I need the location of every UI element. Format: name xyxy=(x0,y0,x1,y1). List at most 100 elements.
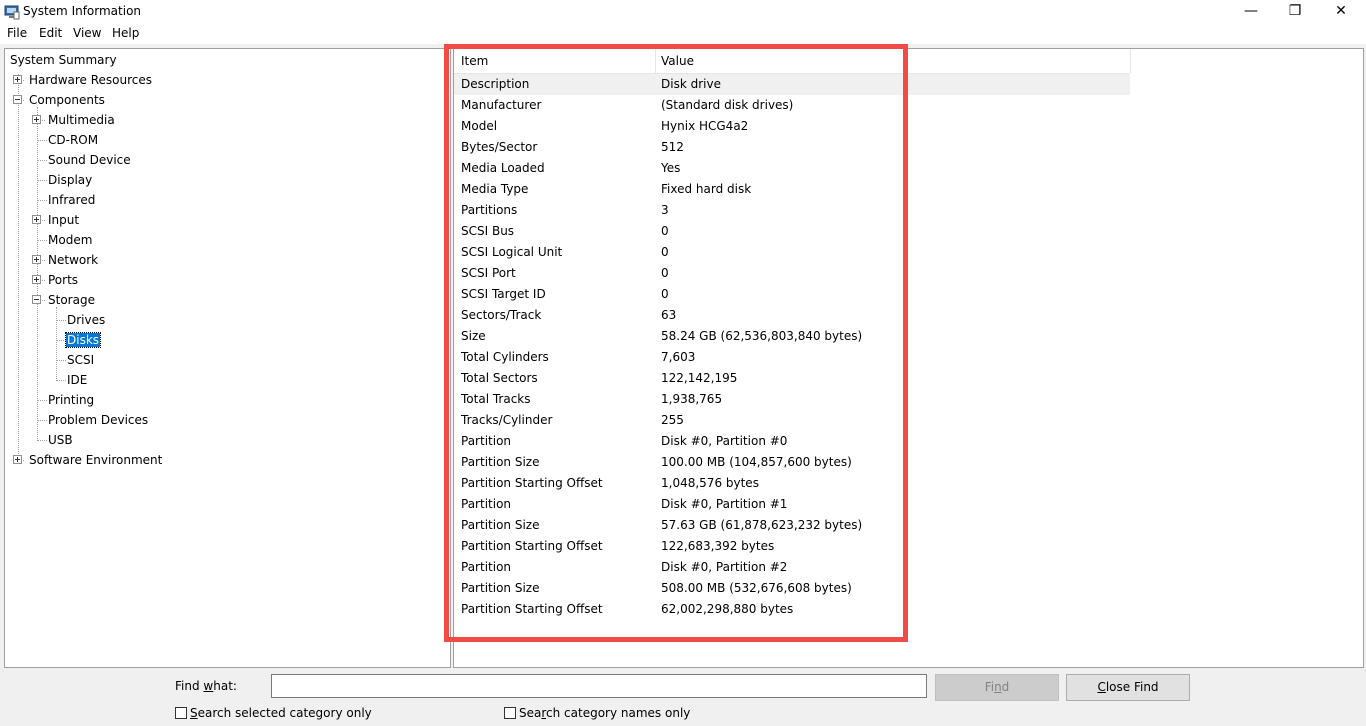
expand-icon[interactable] xyxy=(32,275,41,284)
expand-icon[interactable] xyxy=(13,75,22,84)
cell-value: Disk #0, Partition #2 xyxy=(661,560,788,574)
tree-item-label: Drives xyxy=(67,313,106,327)
column-header-value[interactable]: Value xyxy=(661,49,694,73)
cell-item: Partition Starting Offset xyxy=(461,539,603,553)
expand-icon[interactable] xyxy=(32,255,41,264)
table-row[interactable]: SCSI Bus 0 xyxy=(454,221,1130,242)
search-selected-category-checkbox[interactable] xyxy=(175,707,187,719)
cell-value: 512 xyxy=(661,140,684,154)
table-row[interactable]: Size 58.24 GB (62,536,803,840 bytes) xyxy=(454,326,1130,347)
search-category-names-checkbox[interactable] xyxy=(504,707,516,719)
tree-item-label: SCSI xyxy=(67,353,95,367)
table-row[interactable]: Partition Size 508.00 MB (532,676,608 byt… xyxy=(454,578,1130,599)
tree-item-cdrom[interactable]: CD-ROM xyxy=(47,131,99,149)
tree-item-display[interactable]: Display xyxy=(47,171,93,189)
system-information-icon xyxy=(4,5,20,20)
table-row[interactable]: Partition Disk #0, Partition #0 xyxy=(454,431,1130,452)
table-row[interactable]: Media Loaded Yes xyxy=(454,158,1130,179)
tree-item-modem[interactable]: Modem xyxy=(47,231,93,249)
close-window-button[interactable]: ✕ xyxy=(1318,0,1364,24)
cell-item: Partition Size xyxy=(461,581,540,595)
category-tree[interactable]: System Summary Hardware Resources Compon… xyxy=(4,48,451,668)
search-selected-category-label[interactable]: Search selected category only xyxy=(190,706,372,720)
tree-item-ports[interactable]: Ports xyxy=(47,271,79,289)
tree-line xyxy=(56,360,66,361)
table-row[interactable]: Description Disk drive xyxy=(454,74,1130,95)
button-text: d xyxy=(1001,680,1010,694)
tree-item-usb[interactable]: USB xyxy=(47,431,74,449)
table-row[interactable]: Total Sectors 122,142,195 xyxy=(454,368,1130,389)
tree-item-problem-devices[interactable]: Problem Devices xyxy=(47,411,149,429)
column-separator[interactable] xyxy=(1130,49,1131,73)
label-text: hat: xyxy=(213,679,237,693)
tree-item-input[interactable]: Input xyxy=(47,211,80,229)
tree-item-software-environment[interactable]: Software Environment xyxy=(28,451,163,469)
table-row[interactable]: Tracks/Cylinder 255 xyxy=(454,410,1130,431)
table-row[interactable]: Total Cylinders 7,603 xyxy=(454,347,1130,368)
table-row[interactable]: Partitions 3 xyxy=(454,200,1130,221)
collapse-icon[interactable] xyxy=(13,95,22,104)
tree-item-hardware-resources[interactable]: Hardware Resources xyxy=(28,71,153,89)
table-row[interactable]: SCSI Logical Unit 0 xyxy=(454,242,1130,263)
expand-icon[interactable] xyxy=(13,455,22,464)
tree-item-infrared[interactable]: Infrared xyxy=(47,191,96,209)
tree-item-drives[interactable]: Drives xyxy=(66,311,106,329)
tree-item-components[interactable]: Components xyxy=(28,91,106,109)
menu-file[interactable]: File xyxy=(7,26,27,40)
tree-item-sound-device[interactable]: Sound Device xyxy=(47,151,132,169)
minimize-button[interactable]: — xyxy=(1228,0,1274,24)
table-row[interactable]: Partition Starting Offset 122,683,392 byt… xyxy=(454,536,1130,557)
expand-icon[interactable] xyxy=(32,115,41,124)
tree-item-multimedia[interactable]: Multimedia xyxy=(47,111,116,129)
tree-item-system-summary[interactable]: System Summary xyxy=(9,51,118,69)
tree-item-network[interactable]: Network xyxy=(47,251,99,269)
column-header-item[interactable]: Item xyxy=(461,49,489,73)
tree-item-scsi[interactable]: SCSI xyxy=(66,351,95,369)
expand-icon[interactable] xyxy=(32,215,41,224)
table-row[interactable]: Partition Size 100.00 MB (104,857,600 byt… xyxy=(454,452,1130,473)
menu-view[interactable]: View xyxy=(73,26,101,40)
table-row[interactable]: Partition Disk #0, Partition #2 xyxy=(454,557,1130,578)
close-find-button[interactable]: Close Find xyxy=(1066,674,1190,701)
tree-item-label: Multimedia xyxy=(48,113,115,127)
cell-value: Disk #0, Partition #1 xyxy=(661,497,788,511)
table-row[interactable]: Partition Starting Offset 62,002,298,880 … xyxy=(454,599,1130,620)
tree-item-ide[interactable]: IDE xyxy=(66,371,88,389)
table-row[interactable]: Sectors/Track 63 xyxy=(454,305,1130,326)
tree-line xyxy=(18,74,19,460)
menu-edit[interactable]: Edit xyxy=(39,26,62,40)
cell-item: Partition xyxy=(461,560,512,574)
table-row[interactable]: Media Type Fixed hard disk xyxy=(454,179,1130,200)
search-category-names-label[interactable]: Search category names only xyxy=(519,706,690,720)
table-row[interactable]: SCSI Port 0 xyxy=(454,263,1130,284)
find-what-input[interactable] xyxy=(271,674,927,698)
accelerator-key: C xyxy=(1097,680,1106,694)
cell-item: SCSI Port xyxy=(461,266,516,280)
tree-item-printing[interactable]: Printing xyxy=(47,391,95,409)
table-row[interactable]: Partition Starting Offset 1,048,576 bytes xyxy=(454,473,1130,494)
tree-item-disks[interactable]: Disks xyxy=(64,331,102,349)
table-row[interactable]: Total Tracks 1,938,765 xyxy=(454,389,1130,410)
details-list[interactable]: Item Value Description Disk drive Manufact… xyxy=(453,48,1364,668)
tree-line xyxy=(56,307,57,381)
table-row[interactable]: SCSI Target ID 0 xyxy=(454,284,1130,305)
table-row[interactable]: Manufacturer (Standard disk drives) xyxy=(454,95,1130,116)
cell-item: Partition Size xyxy=(461,518,540,532)
window-title: System Information xyxy=(23,4,142,18)
menu-help[interactable]: Help xyxy=(112,26,139,40)
tree-item-storage[interactable]: Storage xyxy=(47,291,96,309)
cell-item: Partition Starting Offset xyxy=(461,602,603,616)
tree-item-label: Network xyxy=(48,253,99,267)
cell-item: Total Cylinders xyxy=(461,350,549,364)
tree-item-label: Hardware Resources xyxy=(29,73,153,87)
table-row[interactable]: Partition Disk #0, Partition #1 xyxy=(454,494,1130,515)
table-row[interactable]: Partition Size 57.63 GB (61,878,623,232 b… xyxy=(454,515,1130,536)
table-row[interactable]: Bytes/Sector 512 xyxy=(454,137,1130,158)
table-row[interactable]: Model Hynix HCG4a2 xyxy=(454,116,1130,137)
column-separator[interactable] xyxy=(655,49,656,73)
find-button[interactable]: Find xyxy=(935,674,1059,701)
collapse-icon[interactable] xyxy=(32,295,41,304)
tree-item-label: Ports xyxy=(48,273,79,287)
cell-item: Partition Starting Offset xyxy=(461,476,603,490)
restore-button[interactable]: ❐ xyxy=(1272,0,1318,24)
